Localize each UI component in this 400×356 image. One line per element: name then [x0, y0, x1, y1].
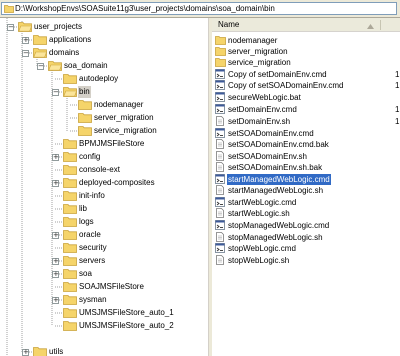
tree-item-label: user_projects — [34, 22, 83, 31]
folder-tree-pane[interactable]: user_projects − applications + domains − so… — [0, 18, 208, 356]
tree-item-label: domains — [49, 48, 80, 57]
tree-item-label: oracle — [79, 230, 101, 239]
name-column-label: Name — [218, 20, 240, 29]
text-file-icon — [215, 255, 225, 268]
file-list-pane[interactable]: Name nodemanager server_migration service_… — [212, 18, 400, 356]
file-name: setDomainEnv.sh — [228, 117, 291, 126]
file-name: stopManagedWebLogic.cmd — [228, 221, 330, 230]
expand-toggle-icon[interactable]: + — [52, 296, 59, 304]
tree-item-label: service_migration — [94, 126, 157, 135]
file-name: stopWebLogic.sh — [228, 256, 290, 265]
expand-toggle-icon[interactable]: + — [52, 270, 59, 278]
file-list-item[interactable]: setSOADomainEnv.cmd.bak — [212, 139, 400, 150]
file-name: setSOADomainEnv.cmd.bak — [228, 140, 329, 149]
tree-item-label: config — [79, 152, 101, 161]
file-name: Copy of setSOADomainEnv.cmd — [228, 81, 344, 90]
file-list-item[interactable]: stopWebLogic.cmd — [212, 243, 400, 254]
tree-item-label: nodemanager — [94, 100, 144, 109]
file-list-item[interactable]: stopWebLogic.sh — [212, 255, 400, 266]
tree-item-label: server_migration — [94, 113, 154, 122]
tree-item-label: bin — [78, 86, 91, 98]
file-list-item[interactable]: stopManagedWebLogic.sh — [212, 232, 400, 243]
folder-open-icon — [63, 86, 78, 101]
expand-toggle-icon[interactable]: + — [22, 36, 29, 44]
file-name: setSOADomainEnv.sh.bak — [228, 163, 323, 172]
tree-item-label: lib — [79, 204, 88, 213]
expand-toggle-icon[interactable]: + — [22, 348, 29, 356]
file-name: setDomainEnv.cmd — [228, 105, 297, 114]
collapse-toggle-icon[interactable]: − — [22, 49, 29, 57]
file-name: startWebLogic.sh — [228, 209, 290, 218]
collapse-toggle-icon[interactable]: − — [7, 23, 14, 31]
file-list-item[interactable]: setSOADomainEnv.cmd — [212, 128, 400, 139]
file-list-item[interactable]: startManagedWebLogic.cmd — [212, 174, 400, 185]
tree-item-label: applications — [49, 35, 92, 44]
collapse-toggle-icon[interactable]: − — [37, 62, 44, 70]
tree-item-label: sysman — [79, 295, 107, 304]
tree-item-label: init-info — [79, 191, 105, 200]
file-name: setSOADomainEnv.cmd — [228, 129, 314, 138]
folder-open-icon — [33, 47, 48, 62]
tree-item-label: console-ext — [79, 165, 120, 174]
collapse-toggle-icon[interactable]: − — [52, 88, 59, 96]
file-size: 1 — [395, 105, 400, 114]
file-name: startManagedWebLogic.cmd — [227, 174, 331, 185]
name-column-header[interactable]: Name — [212, 18, 400, 32]
file-list-item[interactable]: startWebLogic.cmd — [212, 197, 400, 208]
tree-item-label: soa — [79, 269, 92, 278]
address-field[interactable]: D:\WorkshopEnvs\SOASuite11g3\user_projec… — [1, 2, 397, 15]
file-list-item[interactable]: secureWebLogic.bat — [212, 92, 400, 103]
file-list-item[interactable]: setSOADomainEnv.sh.bak — [212, 162, 400, 173]
file-list-item[interactable]: server_migration — [212, 46, 400, 57]
expand-toggle-icon[interactable]: + — [52, 179, 59, 187]
file-name: startWebLogic.cmd — [228, 198, 297, 207]
expand-toggle-icon[interactable]: + — [52, 231, 59, 239]
file-name: Copy of setDomainEnv.cmd — [228, 70, 327, 79]
file-list-item[interactable]: setSOADomainEnv.sh — [212, 151, 400, 162]
file-list-item[interactable]: nodemanager — [212, 35, 400, 46]
file-name: service_migration — [228, 58, 291, 67]
folder-icon — [4, 4, 14, 15]
file-name: server_migration — [228, 47, 288, 56]
sort-ascending-icon — [367, 22, 374, 31]
folder-icon — [63, 320, 77, 335]
tree-item-label: utils — [49, 347, 64, 356]
expand-toggle-icon[interactable]: + — [52, 257, 59, 265]
file-size: 1 — [395, 70, 400, 79]
folder-icon — [33, 346, 47, 356]
file-name: nodemanager — [228, 36, 278, 45]
tree-item-label: BPMJMSFileStore — [79, 139, 145, 148]
file-name: stopWebLogic.cmd — [228, 244, 296, 253]
column-divider[interactable] — [380, 20, 381, 30]
tree-item-label: autodeploy — [79, 74, 119, 83]
address-path: D:\WorkshopEnvs\SOASuite11g3\user_projec… — [15, 4, 275, 13]
tree-item-label: deployed-composites — [79, 178, 155, 187]
tree-item-label: UMSJMSFileStore_auto_1 — [79, 308, 174, 317]
tree-item-label: security — [79, 243, 107, 252]
file-name: stopManagedWebLogic.sh — [228, 233, 323, 242]
tree-item-label: soa_domain — [64, 61, 108, 70]
file-list-item[interactable]: service_migration — [212, 57, 400, 68]
file-list-item[interactable]: Copy of setSOADomainEnv.cmd 1 — [212, 80, 400, 91]
file-name: setSOADomainEnv.sh — [228, 152, 307, 161]
tree-item-label: UMSJMSFileStore_auto_2 — [79, 321, 174, 330]
file-list-item[interactable]: startWebLogic.sh — [212, 208, 400, 219]
file-list-item[interactable]: Copy of setDomainEnv.cmd 1 — [212, 69, 400, 80]
tree-item-label: servers — [79, 256, 106, 265]
file-list-item[interactable]: setDomainEnv.cmd 1 — [212, 104, 400, 115]
tree-item-label: SOAJMSFileStore — [79, 282, 144, 291]
file-list-item[interactable]: startManagedWebLogic.sh — [212, 185, 400, 196]
tree-item-label: logs — [79, 217, 94, 226]
file-name: secureWebLogic.bat — [228, 93, 301, 102]
expand-toggle-icon[interactable]: + — [52, 153, 59, 161]
file-list-item[interactable]: setDomainEnv.sh 1 — [212, 116, 400, 127]
file-list-item[interactable]: stopManagedWebLogic.cmd — [212, 220, 400, 231]
file-name: startManagedWebLogic.sh — [228, 186, 324, 195]
folder-open-icon — [48, 60, 63, 75]
file-size: 1 — [395, 81, 400, 90]
file-size: 1 — [395, 117, 400, 126]
folder-open-icon — [18, 21, 33, 36]
address-bar: D:\WorkshopEnvs\SOASuite11g3\user_projec… — [0, 0, 400, 18]
